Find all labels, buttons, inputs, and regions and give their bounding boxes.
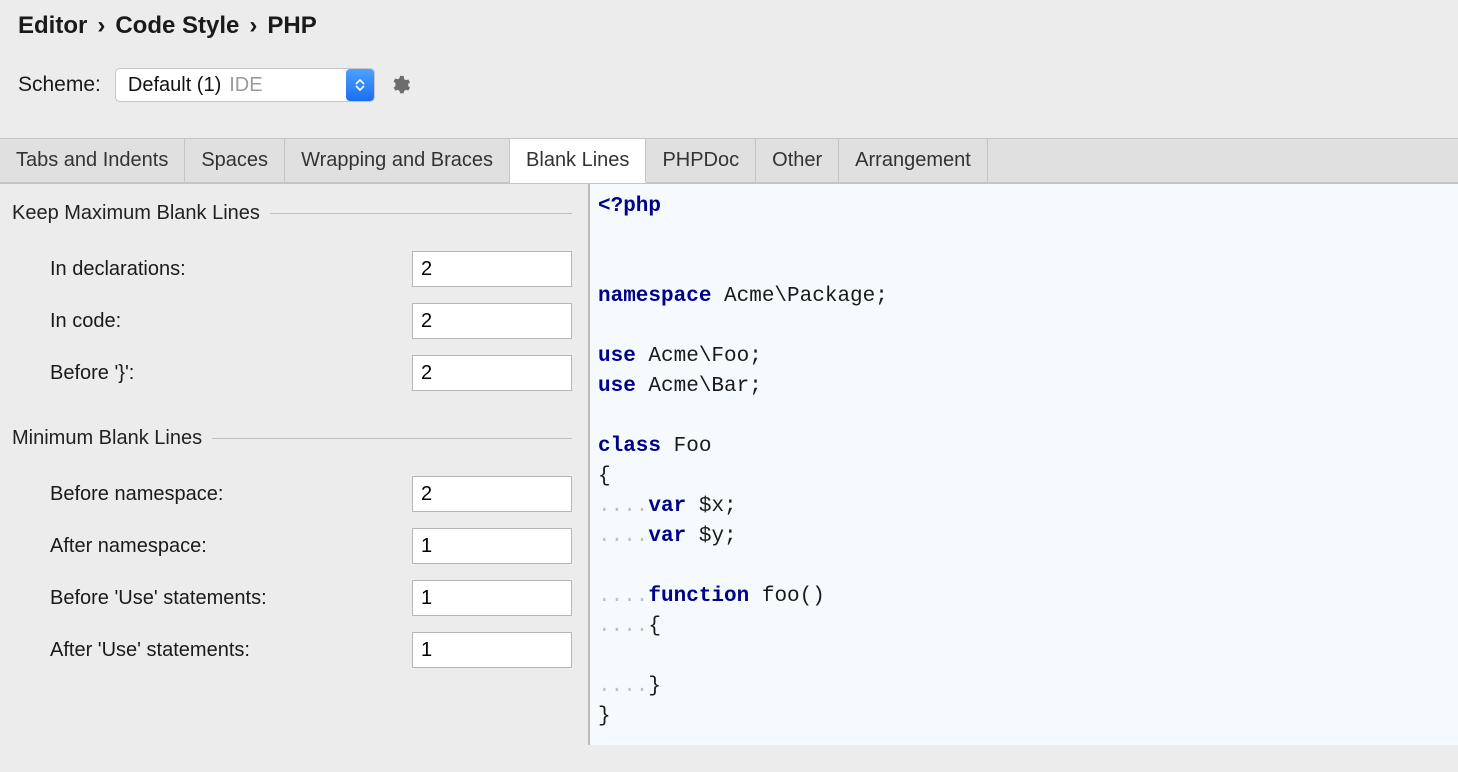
- input-after-namespace[interactable]: [412, 528, 572, 564]
- scheme-selected: Default (1): [128, 74, 221, 97]
- input-after-use[interactable]: [412, 632, 572, 668]
- divider: [270, 213, 572, 214]
- code-keyword: var: [648, 525, 686, 548]
- input-before-use[interactable]: [412, 580, 572, 616]
- settings-pane: Keep Maximum Blank Lines In declarations…: [0, 184, 590, 745]
- scheme-select[interactable]: Default (1) IDE: [115, 68, 375, 102]
- code-keyword: use: [598, 375, 636, 398]
- breadcrumb-code-style: Code Style: [115, 12, 239, 40]
- code-preview: <?php namespace Acme\Package; use Acme\F…: [590, 184, 1458, 745]
- tab-wrapping-and-braces[interactable]: Wrapping and Braces: [285, 139, 510, 182]
- tab-arrangement[interactable]: Arrangement: [839, 139, 988, 182]
- indent-guide: ....: [598, 525, 648, 548]
- input-in-code[interactable]: [412, 303, 572, 339]
- breadcrumb-editor: Editor: [18, 12, 87, 40]
- code-keyword: var: [648, 495, 686, 518]
- indent-guide: ....: [598, 495, 648, 518]
- code-text: {: [598, 465, 611, 488]
- code-text: Acme\Bar;: [636, 375, 762, 398]
- scheme-scope: IDE: [229, 74, 262, 97]
- code-text: $x;: [686, 495, 736, 518]
- label-before-namespace: Before namespace:: [50, 483, 412, 506]
- label-after-namespace: After namespace:: [50, 535, 412, 558]
- scheme-label: Scheme:: [18, 73, 101, 97]
- section-title: Keep Maximum Blank Lines: [12, 202, 260, 225]
- code-text: }: [598, 705, 611, 728]
- chevron-right-icon: ›: [249, 12, 257, 40]
- input-before-namespace[interactable]: [412, 476, 572, 512]
- code-text: Acme\Package;: [711, 285, 887, 308]
- breadcrumb: Editor › Code Style › PHP: [18, 12, 1440, 40]
- dropdown-stepper-icon[interactable]: [346, 69, 374, 101]
- input-in-declarations[interactable]: [412, 251, 572, 287]
- code-text: foo(): [749, 585, 825, 608]
- tab-blank-lines[interactable]: Blank Lines: [510, 139, 646, 183]
- code-keyword: class: [598, 435, 661, 458]
- breadcrumb-php: PHP: [267, 12, 316, 40]
- input-before-close-brace[interactable]: [412, 355, 572, 391]
- tab-phpdoc[interactable]: PHPDoc: [646, 139, 756, 182]
- code-text: $y;: [686, 525, 736, 548]
- code-token: <?php: [598, 195, 661, 218]
- tabs: Tabs and Indents Spaces Wrapping and Bra…: [0, 138, 1458, 183]
- code-keyword: namespace: [598, 285, 711, 308]
- section-title: Minimum Blank Lines: [12, 427, 202, 450]
- code-text: Foo: [661, 435, 711, 458]
- indent-guide: ....: [598, 675, 648, 698]
- label-in-code: In code:: [50, 310, 412, 333]
- code-keyword: use: [598, 345, 636, 368]
- label-before-use: Before 'Use' statements:: [50, 587, 412, 610]
- indent-guide: ....: [598, 585, 648, 608]
- chevron-right-icon: ›: [97, 12, 105, 40]
- label-before-close-brace: Before '}':: [50, 362, 412, 385]
- gear-icon[interactable]: [389, 74, 411, 96]
- label-in-declarations: In declarations:: [50, 258, 412, 281]
- indent-guide: ....: [598, 615, 648, 638]
- tab-spaces[interactable]: Spaces: [185, 139, 285, 182]
- code-text: Acme\Foo;: [636, 345, 762, 368]
- tab-other[interactable]: Other: [756, 139, 839, 182]
- divider: [212, 438, 572, 439]
- section-keep-max: Keep Maximum Blank Lines: [12, 202, 572, 225]
- label-after-use: After 'Use' statements:: [50, 639, 412, 662]
- section-min: Minimum Blank Lines: [12, 427, 572, 450]
- code-keyword: function: [648, 585, 749, 608]
- code-text: }: [648, 675, 661, 698]
- code-text: {: [648, 615, 661, 638]
- tab-tabs-and-indents[interactable]: Tabs and Indents: [0, 139, 185, 182]
